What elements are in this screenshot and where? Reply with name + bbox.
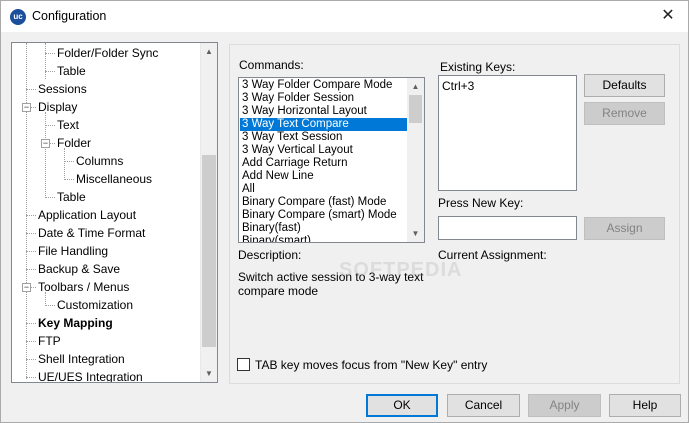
- tree-connector: [26, 43, 27, 379]
- tree-connector: [26, 89, 36, 90]
- uc-logo-icon: uc: [10, 9, 26, 25]
- command-item[interactable]: 3 Way Folder Compare Mode: [240, 79, 408, 92]
- command-item[interactable]: All: [240, 183, 408, 196]
- tree-item-key-mapping[interactable]: Key Mapping: [38, 314, 113, 332]
- tree-connector: [31, 107, 36, 108]
- tree-item-display-table[interactable]: Table: [57, 188, 86, 206]
- tree-item-sessions[interactable]: Sessions: [38, 80, 87, 98]
- tree-connector: [26, 215, 36, 216]
- tree-item-backup-save[interactable]: Backup & Save: [38, 260, 120, 278]
- collapse-toolbars-icon[interactable]: −: [22, 283, 31, 292]
- commands-scrollbar[interactable]: ▲ ▼: [407, 78, 424, 242]
- ok-button[interactable]: OK: [366, 394, 438, 417]
- tree-item-folder-sync[interactable]: Folder/Folder Sync: [57, 44, 158, 62]
- command-item[interactable]: Add New Line: [240, 170, 408, 183]
- tree-connector: [26, 359, 36, 360]
- tree-connector: [31, 287, 36, 288]
- window-title: Configuration: [32, 9, 107, 23]
- tab-focus-checkbox[interactable]: [237, 358, 250, 371]
- tree-item-shell-integration[interactable]: Shell Integration: [38, 350, 125, 368]
- scroll-down-icon[interactable]: ▼: [407, 225, 424, 242]
- tree-item-customization[interactable]: Customization: [57, 296, 133, 314]
- collapse-display-icon[interactable]: −: [22, 103, 31, 112]
- command-item[interactable]: Binary(smart): [240, 235, 408, 242]
- commands-scroll-thumb[interactable]: [409, 95, 422, 123]
- configuration-dialog: uc Configuration ✕ − − − Folder/Folder S…: [0, 0, 689, 423]
- tree-item-miscellaneous[interactable]: Miscellaneous: [76, 170, 152, 188]
- defaults-button[interactable]: Defaults: [584, 74, 665, 97]
- tab-focus-label[interactable]: TAB key moves focus from "New Key" entry: [255, 358, 487, 372]
- command-item[interactable]: Binary(fast): [240, 222, 408, 235]
- command-item[interactable]: 3 Way Horizontal Layout: [240, 105, 408, 118]
- tree-connector: [26, 233, 36, 234]
- tree-item-date-time-format[interactable]: Date & Time Format: [38, 224, 145, 242]
- tree-connector: [26, 377, 36, 378]
- assign-button[interactable]: Assign: [584, 217, 665, 240]
- commands-list[interactable]: 3 Way Folder Compare Mode 3 Way Folder S…: [238, 77, 425, 243]
- tree-scroll-thumb[interactable]: [202, 155, 216, 347]
- tree-connector: [64, 179, 74, 180]
- command-item[interactable]: Binary Compare (smart) Mode: [240, 209, 408, 222]
- collapse-folder-icon[interactable]: −: [41, 139, 50, 148]
- tree-item-table[interactable]: Table: [57, 62, 86, 80]
- tree-connector: [45, 53, 55, 54]
- tree-connector: [64, 148, 65, 180]
- command-item[interactable]: Binary Compare (fast) Mode: [240, 196, 408, 209]
- tree-connector: [26, 341, 36, 342]
- tree-connector: [26, 251, 36, 252]
- press-new-key-label: Press New Key:: [438, 196, 524, 210]
- new-key-input[interactable]: [438, 216, 577, 240]
- tree-item-file-handling[interactable]: File Handling: [38, 242, 108, 260]
- command-item[interactable]: 3 Way Folder Session: [240, 92, 408, 105]
- tree-connector: [45, 125, 55, 126]
- command-item[interactable]: 3 Way Text Session: [240, 131, 408, 144]
- command-item[interactable]: 3 Way Vertical Layout: [240, 144, 408, 157]
- tree-item-ue-ues-integration[interactable]: UE/UES Integration: [38, 368, 143, 382]
- tree-connector: [45, 71, 55, 72]
- tree-item-folder[interactable]: Folder: [57, 134, 91, 152]
- tree-item-ftp[interactable]: FTP: [38, 332, 61, 350]
- cancel-button[interactable]: Cancel: [447, 394, 520, 417]
- command-item-selected[interactable]: 3 Way Text Compare: [240, 118, 408, 131]
- tree-connector: [45, 197, 55, 198]
- settings-tree: − − − Folder/Folder Sync Table Sessions …: [11, 42, 218, 383]
- tree-item-application-layout[interactable]: Application Layout: [38, 206, 136, 224]
- description-label: Description:: [238, 248, 302, 262]
- tree-connector: [45, 305, 55, 306]
- tree-connector: [26, 269, 36, 270]
- apply-button[interactable]: Apply: [528, 394, 601, 417]
- remove-button[interactable]: Remove: [584, 102, 665, 125]
- existing-keys-label: Existing Keys:: [440, 60, 516, 74]
- scroll-up-icon[interactable]: ▲: [201, 43, 217, 60]
- tree-item-toolbars-menus[interactable]: Toolbars / Menus: [38, 278, 129, 296]
- title-bar: uc Configuration ✕: [1, 1, 688, 32]
- tree-scrollbar[interactable]: ▲ ▼: [200, 43, 217, 382]
- tree-connector: [45, 43, 46, 79]
- close-icon[interactable]: ✕: [654, 3, 682, 29]
- help-button[interactable]: Help: [609, 394, 681, 417]
- watermark: SOFTPEDIA: [339, 259, 463, 281]
- scroll-up-icon[interactable]: ▲: [407, 78, 424, 95]
- existing-key-item[interactable]: Ctrl+3: [442, 79, 474, 93]
- tree-connector: [50, 143, 55, 144]
- tree-item-columns[interactable]: Columns: [76, 152, 123, 170]
- existing-keys-list[interactable]: Ctrl+3: [438, 75, 577, 191]
- tree-item-display[interactable]: Display: [38, 98, 77, 116]
- commands-label: Commands:: [239, 58, 304, 72]
- command-item[interactable]: Add Carriage Return: [240, 157, 408, 170]
- scroll-down-icon[interactable]: ▼: [201, 365, 217, 382]
- tree-item-text[interactable]: Text: [57, 116, 79, 134]
- tree-connector: [26, 323, 36, 324]
- tree-connector: [64, 161, 74, 162]
